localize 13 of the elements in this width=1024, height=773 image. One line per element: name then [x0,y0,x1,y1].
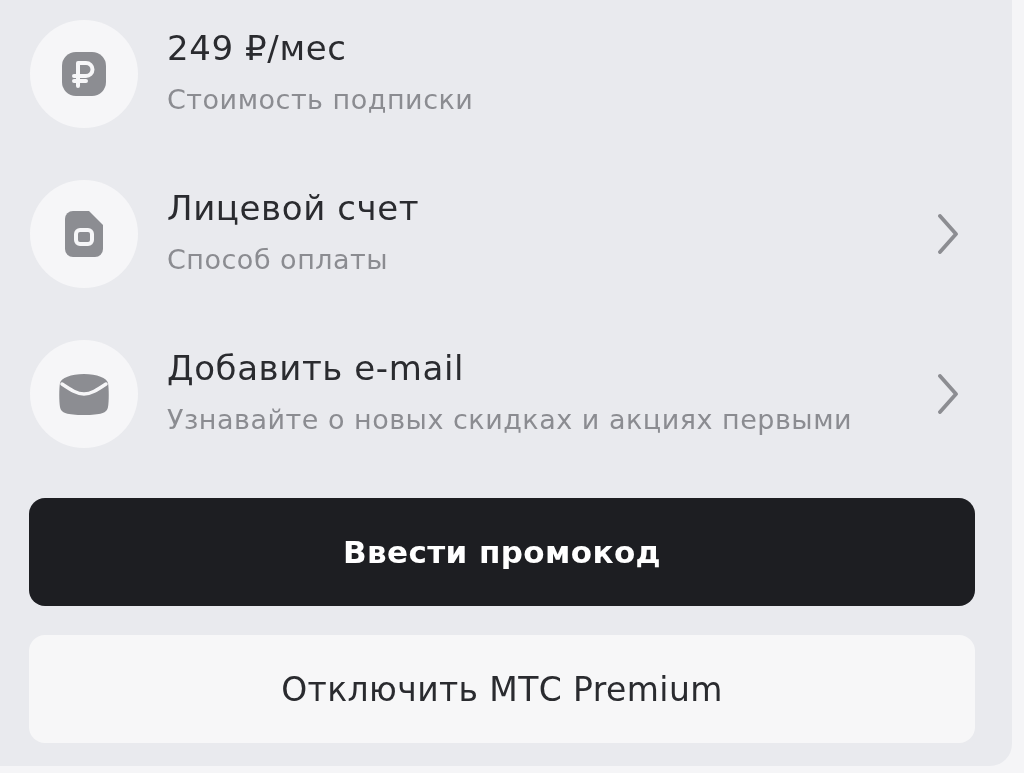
promo-code-button[interactable]: Ввести промокод [29,498,975,606]
row-title: 249 ₽/мес [167,28,348,68]
chevron-right-icon[interactable] [938,214,958,254]
row-subtitle: Способ оплаты [167,244,390,276]
row-subtitle: Стоимость подписки [167,84,475,116]
envelope-icon [59,373,109,415]
chevron-right-icon[interactable] [938,374,958,414]
row-subtitle: Узнавайте о новых скидках и акциях первыми [167,404,854,436]
sim-card-icon [65,211,103,257]
unsubscribe-button[interactable]: Отключить МТС Premium [29,635,975,743]
row-title[interactable]: Добавить e-mail [167,348,938,388]
ruble-icon [62,52,106,96]
row-title[interactable]: Лицевой счет [167,188,938,228]
